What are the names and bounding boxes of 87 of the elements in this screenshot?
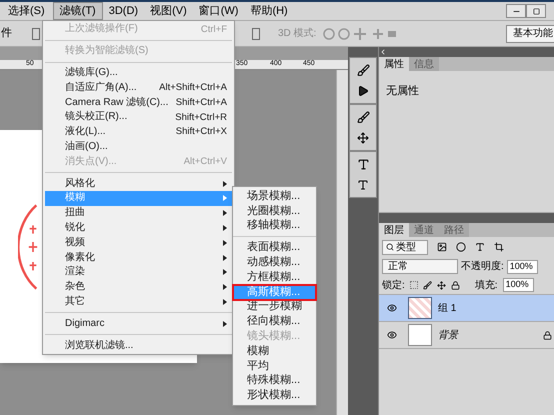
menu-item[interactable]: 风格化 xyxy=(45,176,232,191)
submenu-arrow-icon xyxy=(223,298,227,305)
menu-item[interactable]: 特殊模糊... xyxy=(233,374,316,388)
play-icon[interactable] xyxy=(357,85,369,97)
menu-item[interactable]: 锐化 xyxy=(45,220,232,236)
menu-item[interactable]: 扭曲 xyxy=(45,206,232,221)
layer-name: 背景 xyxy=(438,328,458,342)
shape-filter-icon[interactable] xyxy=(494,242,504,252)
shortcut-text: Ctrl+F xyxy=(200,24,227,34)
fill-label: 填充: xyxy=(474,278,498,292)
menu-bar-item[interactable]: 滤镜(T) xyxy=(52,2,103,20)
menu-item[interactable]: 光圈模糊... xyxy=(233,204,316,219)
visibility-icon[interactable] xyxy=(387,303,399,313)
menu-item[interactable]: 液化(L)... Shift+Ctrl+X xyxy=(45,124,232,140)
submenu-arrow-icon xyxy=(223,320,227,327)
shortcut-text: Shift+Ctrl+X xyxy=(176,127,227,137)
properties-text: 无属性 xyxy=(386,85,419,97)
menu-item[interactable]: 镜头校正(R)... Shift+Ctrl+R xyxy=(45,110,232,125)
scrollbar[interactable] xyxy=(336,70,348,415)
search-icon xyxy=(386,243,394,251)
options-label: 件 xyxy=(1,26,12,42)
menu-bar-item[interactable]: 视图(V) xyxy=(144,2,193,20)
move-icon[interactable] xyxy=(436,280,446,290)
shortcut-text: Shift+Ctrl+R xyxy=(175,112,227,122)
submenu-arrow-icon xyxy=(223,269,227,276)
menu-item[interactable]: 表面模糊... xyxy=(233,240,316,256)
menu-item[interactable]: 形状模糊... xyxy=(233,388,316,404)
blend-mode-select[interactable]: 正常 xyxy=(382,259,458,274)
collapse-icon[interactable] xyxy=(379,48,387,56)
shortcut-text: Alt+Shift+Ctrl+A xyxy=(159,83,227,93)
menu-item[interactable]: 像素化 xyxy=(45,250,232,265)
menu-item[interactable]: 场景模糊... xyxy=(233,189,316,204)
layer-row[interactable]: 组 1 xyxy=(379,295,554,322)
menu-item[interactable]: 动感模糊... xyxy=(233,255,316,270)
submenu-arrow-icon xyxy=(223,224,227,231)
layer-name: 组 1 xyxy=(438,302,456,316)
image-filter-icon[interactable] xyxy=(437,242,447,252)
opacity-field[interactable]: 100% xyxy=(506,260,538,274)
menu-item[interactable]: 油画(O)... xyxy=(45,140,232,154)
brushes-icon[interactable] xyxy=(356,111,370,124)
fill-field[interactable]: 100% xyxy=(502,278,534,292)
filter-select[interactable]: 类型 xyxy=(382,240,428,254)
panel-tab[interactable]: 图层 xyxy=(379,223,409,237)
brush-icon[interactable] xyxy=(422,280,432,290)
shortcut-text: Shift+Ctrl+A xyxy=(176,98,227,108)
menu-item[interactable]: 浏览联机滤镜... xyxy=(45,338,232,353)
type-filter-icon[interactable] xyxy=(475,242,485,252)
minimize-icon[interactable] xyxy=(506,4,526,18)
menu-item[interactable]: 渲染 xyxy=(45,264,232,280)
menu-item[interactable]: 视频 xyxy=(45,235,232,250)
lock-label: 锁定: xyxy=(382,278,405,292)
menu-bar-item[interactable]: 3D(D) xyxy=(102,2,144,20)
menu-bar-item[interactable]: 窗口(W) xyxy=(192,2,244,20)
workspace-button[interactable]: 基本功能 xyxy=(506,24,554,42)
menu-bar-item[interactable]: 选择(S) xyxy=(0,2,51,20)
menu-item[interactable]: Digimarc xyxy=(45,316,232,332)
lock-pixels-icon[interactable] xyxy=(410,281,418,289)
submenu-arrow-icon xyxy=(223,284,227,290)
submenu-arrow-icon xyxy=(223,240,227,246)
menu-item[interactable]: 杂色 xyxy=(45,280,232,295)
submenu-arrow-icon xyxy=(223,210,227,216)
maximize-icon[interactable] xyxy=(526,4,546,18)
menu-item[interactable]: 平均 xyxy=(233,358,316,374)
mode-label: 3D 模式: xyxy=(278,26,316,41)
menu-item[interactable]: 其它 xyxy=(45,294,232,310)
menu-item[interactable]: 模糊 xyxy=(233,344,316,359)
visibility-icon[interactable] xyxy=(387,330,399,340)
character-icon[interactable] xyxy=(356,158,370,171)
menu-item[interactable]: 移轴模糊... xyxy=(233,218,316,234)
submenu-arrow-icon xyxy=(223,195,227,202)
submenu-arrow-icon xyxy=(223,254,227,261)
shortcut-text: Alt+Ctrl+V xyxy=(184,157,227,167)
lock-icon[interactable] xyxy=(450,280,460,290)
menu-item[interactable]: 方框模糊... xyxy=(233,270,316,285)
opacity-label: 不透明度: xyxy=(461,260,504,274)
align-icon[interactable] xyxy=(32,28,40,40)
adjustment-filter-icon[interactable] xyxy=(456,242,466,252)
layer-row[interactable]: 背景 xyxy=(379,322,554,349)
submenu-arrow-icon xyxy=(223,180,227,187)
menu-item[interactable]: 滤镜库(G)... xyxy=(45,66,232,80)
menu-item[interactable]: 径向模糊... xyxy=(233,314,316,330)
filter-kind-text: 类型 xyxy=(396,240,416,254)
panel-tab[interactable]: 属性 xyxy=(379,57,409,71)
menu-item[interactable]: 自适应广角(A)... Alt+Shift+Ctrl+A xyxy=(45,80,232,96)
menu-item[interactable]: Camera Raw 滤镜(C)... Shift+Ctrl+A xyxy=(45,95,232,110)
menu-bar-item[interactable]: 帮助(H) xyxy=(244,2,294,20)
align-icon[interactable] xyxy=(252,28,260,40)
